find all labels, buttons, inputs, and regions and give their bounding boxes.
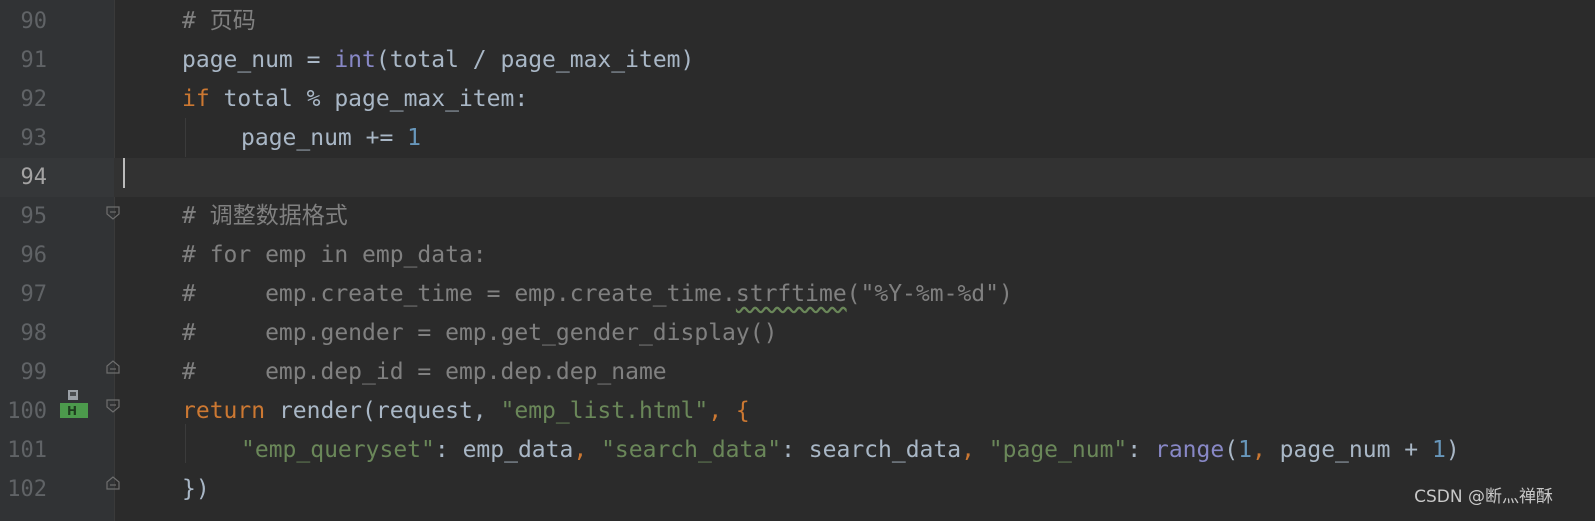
code-token: range <box>1154 437 1225 463</box>
line-number: 97 <box>20 282 48 307</box>
code-token: ) <box>1445 437 1460 463</box>
code-editor[interactable]: 90 # 页码 91 page_num = int(total / page_max_… <box>0 0 1595 521</box>
text-caret <box>123 158 125 188</box>
line-number: 101 <box>7 438 47 463</box>
code-line[interactable]: 91 page_num = int(total / page_max_item) <box>0 41 1595 80</box>
code-token: , <box>961 437 989 463</box>
code-token: 1 <box>1431 437 1446 463</box>
line-number-area: 94 <box>0 158 114 197</box>
line-number: 98 <box>20 321 48 346</box>
code-token: (total / page_max_item) <box>375 47 695 73</box>
code-line[interactable]: 101 "emp_queryset": emp_data, "search_dat… <box>0 431 1595 470</box>
line-number: 96 <box>20 243 48 268</box>
code-token: "page_num" <box>988 437 1128 463</box>
code-token: return <box>182 398 266 424</box>
code-line[interactable]: 99 # emp.dep_id = emp.dep.dep_name <box>0 353 1595 392</box>
code-text[interactable]: # emp.dep_id = emp.dep.dep_name <box>182 353 667 392</box>
code-token: page_num += <box>241 125 408 151</box>
code-text[interactable]: return render(request, "emp_list.html", … <box>182 392 750 431</box>
code-token: "emp_list.html" <box>500 398 709 424</box>
code-line[interactable]: 98 # emp.gender = emp.get_gender_display(… <box>0 314 1595 353</box>
line-number-area: 93 <box>0 119 114 158</box>
code-text[interactable]: # 调整数据格式 <box>182 197 348 236</box>
indent-guide <box>185 424 186 463</box>
code-text[interactable]: # emp.gender = emp.get_gender_display() <box>182 314 777 353</box>
code-line[interactable]: 102}) <box>0 470 1595 509</box>
watermark: CSDN @断灬禅酥 <box>1414 487 1553 507</box>
line-number-area: 90 <box>0 2 114 41</box>
code-token: : <box>1127 437 1155 463</box>
line-number-area: 97 <box>0 275 114 314</box>
code-token: ( <box>1224 437 1239 463</box>
fold-start-icon[interactable] <box>106 206 120 220</box>
line-number: 102 <box>7 477 47 502</box>
code-token: }) <box>182 476 210 502</box>
code-token: # for emp in emp_data: <box>182 242 487 268</box>
code-token: 1 <box>407 125 422 151</box>
code-line[interactable]: 96 # for emp in emp_data: <box>0 236 1595 275</box>
code-text[interactable]: # 页码 <box>182 2 256 41</box>
code-text[interactable]: if total % page_max_item: <box>182 80 528 119</box>
code-token: : emp_data <box>434 437 574 463</box>
line-number: 95 <box>20 204 48 229</box>
code-token: page_num = <box>182 47 335 73</box>
code-token: : search_data <box>781 437 962 463</box>
svg-text:H: H <box>67 404 77 418</box>
code-token: # emp.dep_id = emp.dep.dep_name <box>182 359 667 385</box>
code-token: if <box>182 86 210 112</box>
code-token: int <box>334 47 376 73</box>
line-number: 91 <box>20 48 48 73</box>
code-token: , <box>1251 437 1280 463</box>
hierarchy-marker-icon[interactable]: H <box>58 388 90 420</box>
code-token: ("%Y-%m-%d") <box>846 281 1013 307</box>
line-number-area: 96 <box>0 236 114 275</box>
code-line[interactable]: 100 return render(request, "emp_list.html… <box>0 392 1595 431</box>
line-number: 92 <box>20 87 48 112</box>
code-token: , { <box>708 398 750 424</box>
line-number-area: 101 <box>0 431 114 470</box>
line-number-area: 99 <box>0 353 114 392</box>
code-token: # emp.create_time = emp.create_time. <box>182 281 736 307</box>
line-number: 94 <box>20 165 48 190</box>
fold-end-icon[interactable] <box>106 476 120 490</box>
code-token: # 页码 <box>182 8 256 34</box>
line-number-area: 98 <box>0 314 114 353</box>
code-token: strftime <box>735 281 847 307</box>
code-text[interactable]: }) <box>182 470 210 509</box>
code-text[interactable]: # for emp in emp_data: <box>182 236 487 275</box>
code-token: , <box>573 437 602 463</box>
code-line[interactable]: 94 <box>0 158 1595 197</box>
indent-guide <box>185 118 186 157</box>
code-token: total % page_max_item: <box>209 86 529 112</box>
code-token: "search_data" <box>601 437 782 463</box>
code-line[interactable]: 97 # emp.create_time = emp.create_time.st… <box>0 275 1595 314</box>
line-number-area: 100 <box>0 392 114 431</box>
line-number: 93 <box>20 126 48 151</box>
code-line[interactable]: 95 # 调整数据格式 <box>0 197 1595 236</box>
line-number: 90 <box>20 9 48 34</box>
code-text[interactable]: page_num = int(total / page_max_item) <box>182 41 694 80</box>
line-number-area: 92 <box>0 80 114 119</box>
code-text[interactable]: # emp.create_time = emp.create_time.strf… <box>182 275 1013 314</box>
code-token: # 调整数据格式 <box>182 203 348 229</box>
line-number: 99 <box>20 360 48 385</box>
code-token: render(request, <box>265 398 501 424</box>
code-token: # emp.gender = emp.get_gender_display() <box>182 320 778 346</box>
code-text[interactable]: "emp_queryset": emp_data, "search_data":… <box>241 431 1460 470</box>
code-token: 1 <box>1238 437 1252 463</box>
code-line[interactable]: 92 if total % page_max_item: <box>0 80 1595 119</box>
code-line[interactable]: 90 # 页码 <box>0 2 1595 41</box>
line-number: 100 <box>7 399 47 424</box>
line-number-area: 91 <box>0 41 114 80</box>
code-token: page_num + <box>1279 437 1432 463</box>
code-line[interactable]: 93 page_num += 1 <box>0 119 1595 158</box>
line-number-area: 95 <box>0 197 114 236</box>
line-number-area: 102 <box>0 470 114 509</box>
fold-start-icon[interactable] <box>106 399 120 413</box>
code-token: "emp_queryset" <box>241 437 435 463</box>
fold-end-icon[interactable] <box>106 360 120 374</box>
code-text[interactable]: page_num += 1 <box>241 119 421 158</box>
